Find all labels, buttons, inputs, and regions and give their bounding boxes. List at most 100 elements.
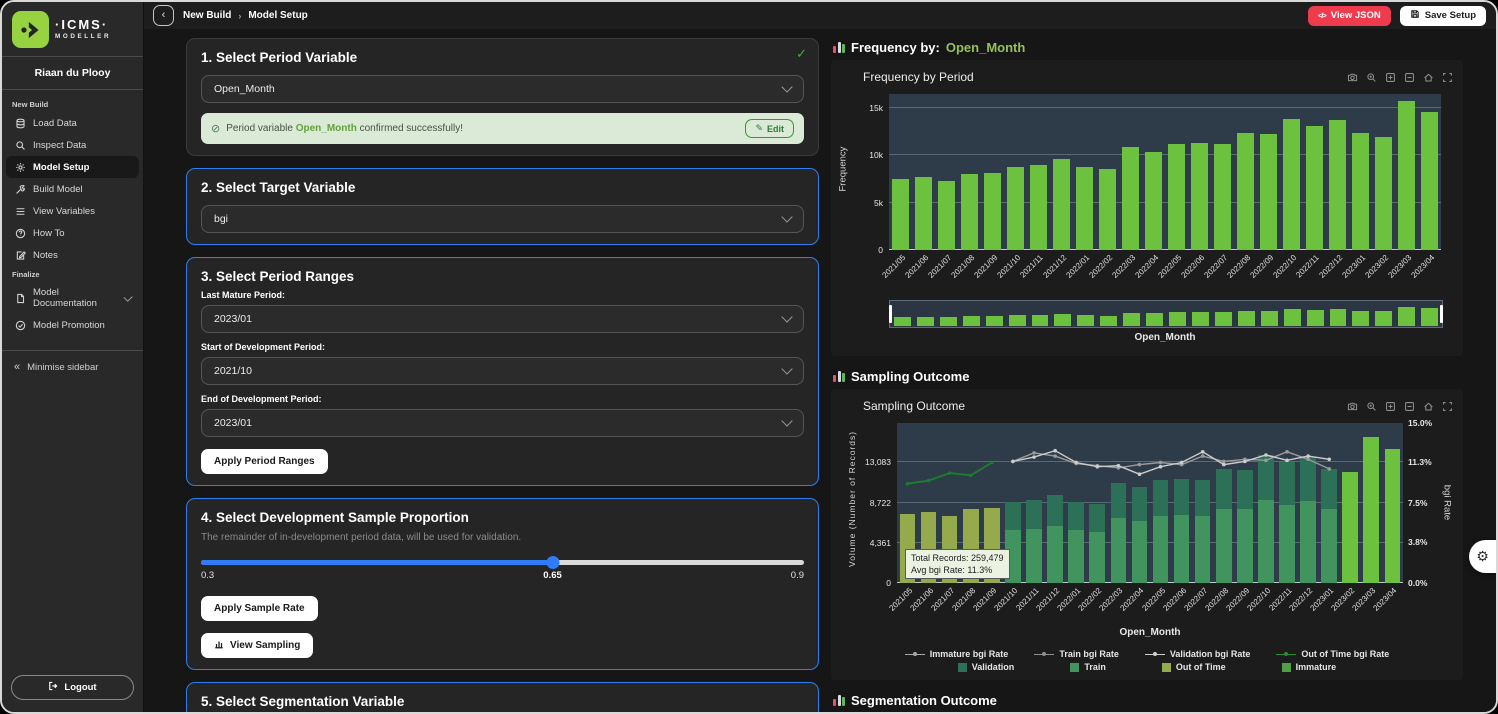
autoscale-icon[interactable] bbox=[1441, 400, 1453, 412]
y-axis-title-left: Volume (Number of Records) bbox=[847, 437, 857, 567]
minimise-sidebar-button[interactable]: « Minimise sidebar bbox=[2, 351, 143, 383]
sample-proportion-slider[interactable] bbox=[201, 556, 804, 568]
rs-slot bbox=[1051, 302, 1074, 326]
bar-slot bbox=[1280, 94, 1303, 250]
rs-bar bbox=[894, 317, 911, 326]
rs-bar bbox=[986, 316, 1003, 326]
bar-slot bbox=[1372, 94, 1395, 250]
period-variable-select[interactable]: Open_Month bbox=[201, 75, 804, 103]
rs-bar bbox=[1009, 315, 1026, 326]
bar-slot bbox=[1027, 94, 1050, 250]
legend-item-validation-bgi-rate[interactable]: Validation bgi Rate bbox=[1145, 649, 1251, 659]
rs-bar bbox=[1123, 313, 1140, 326]
target-variable-select[interactable]: bgi bbox=[201, 205, 804, 233]
view-sampling-button[interactable]: View Sampling bbox=[201, 633, 313, 658]
y-tick: 5k bbox=[841, 198, 883, 208]
zoom-out-icon[interactable] bbox=[1403, 71, 1415, 83]
zoom-in-icon[interactable] bbox=[1384, 71, 1396, 83]
range-handle-right[interactable] bbox=[1440, 305, 1443, 323]
rs-slot bbox=[1006, 302, 1029, 326]
range-slider-bars bbox=[891, 302, 1441, 326]
rs-slot bbox=[1143, 302, 1166, 326]
slider-thumb[interactable] bbox=[546, 556, 559, 569]
plotly-modebar bbox=[1346, 400, 1453, 412]
sidebar-item-build-model[interactable]: Build Model bbox=[6, 178, 139, 200]
bar-slot bbox=[1004, 94, 1027, 250]
sidebar-item-view-variables[interactable]: View Variables bbox=[6, 200, 139, 222]
legend-item-immature-bgi-rate[interactable]: Immature bgi Rate bbox=[905, 649, 1009, 659]
step5-title: 5. Select Segmentation Variable bbox=[201, 694, 804, 709]
sidebar-item-label: Model Documentation bbox=[33, 287, 118, 309]
sidebar-nav: New BuildLoad DataInspect DataModel Setu… bbox=[2, 90, 143, 336]
sidebar-item-how-to[interactable]: How To bbox=[6, 222, 139, 244]
legend-item-train[interactable]: Train bbox=[1070, 662, 1106, 672]
camera-icon[interactable] bbox=[1346, 400, 1358, 412]
zoom-out-icon[interactable] bbox=[1403, 400, 1415, 412]
sampling-section-header: Sampling Outcome bbox=[833, 369, 1463, 384]
freq-bar-2022/09 bbox=[1260, 134, 1277, 250]
settings-fab[interactable]: ⚙ bbox=[1469, 540, 1496, 573]
period-field-select-0[interactable]: 2023/01 bbox=[201, 305, 804, 333]
breadcrumb-new-build[interactable]: New Build bbox=[183, 10, 231, 21]
check-circle-icon bbox=[14, 319, 26, 331]
autoscale-icon[interactable] bbox=[1441, 71, 1453, 83]
save-setup-button[interactable]: Save Setup bbox=[1400, 6, 1486, 26]
charts-column: Frequency by: Open_Month Frequency by Pe… bbox=[831, 38, 1463, 712]
sidebar-item-inspect-data[interactable]: Inspect Data bbox=[6, 134, 139, 156]
legend-item-train-bgi-rate[interactable]: Train bgi Rate bbox=[1034, 649, 1119, 659]
apply-sample-rate-button[interactable]: Apply Sample Rate bbox=[201, 596, 318, 621]
sidebar-item-notes[interactable]: Notes bbox=[6, 244, 139, 266]
freq-bar-2022/08 bbox=[1237, 133, 1254, 250]
freq-bar-2021/07 bbox=[938, 181, 955, 250]
edit-button[interactable]: ✎ Edit bbox=[745, 119, 794, 138]
home-icon[interactable] bbox=[1422, 71, 1434, 83]
legend-square-swatch bbox=[958, 663, 967, 672]
view-json-button[interactable]: </> View JSON bbox=[1308, 6, 1391, 26]
notes-icon bbox=[14, 249, 26, 261]
bar-slot bbox=[1073, 94, 1096, 250]
sidebar-item-load-data[interactable]: Load Data bbox=[6, 112, 139, 134]
sidebar-item-model-promotion[interactable]: Model Promotion bbox=[6, 314, 139, 336]
freq-bar-2022/10 bbox=[1283, 119, 1300, 250]
range-slider[interactable] bbox=[889, 300, 1443, 328]
y-tick-right: 3.8% bbox=[1408, 537, 1448, 547]
range-handle-left[interactable] bbox=[889, 305, 892, 323]
slider-min-label: 0.3 bbox=[201, 570, 214, 581]
sidebar-item-label: Build Model bbox=[33, 184, 83, 195]
y-axis-title-right: bgi Rate bbox=[1442, 481, 1453, 525]
app-logo: ·ICMS· MODELLER bbox=[2, 2, 143, 56]
sidebar: ·ICMS· MODELLER Riaan du Plooy New Build… bbox=[2, 2, 144, 712]
bar-slot bbox=[1165, 94, 1188, 250]
back-button[interactable]: ‹ bbox=[153, 5, 174, 26]
legend-item-out-of-time-bgi-rate[interactable]: Out of Time bgi Rate bbox=[1276, 649, 1389, 659]
bar-slot bbox=[935, 94, 958, 250]
sidebar-section-label: New Build bbox=[6, 96, 139, 112]
zoom-icon[interactable] bbox=[1365, 71, 1377, 83]
home-icon[interactable] bbox=[1422, 400, 1434, 412]
legend-line-swatch bbox=[1276, 651, 1296, 658]
breadcrumb-chevron-icon: › bbox=[238, 11, 241, 21]
legend-item-out-of-time[interactable]: Out of Time bbox=[1162, 662, 1226, 672]
freq-bar-2022/02 bbox=[1099, 169, 1116, 250]
camera-icon[interactable] bbox=[1346, 71, 1358, 83]
zoom-icon[interactable] bbox=[1365, 400, 1377, 412]
step1-card: 1. Select Period Variable ✓ Open_Month ⊘… bbox=[186, 38, 819, 156]
step1-title: 1. Select Period Variable bbox=[201, 50, 804, 65]
chevron-down-icon bbox=[781, 311, 792, 322]
zoom-in-icon[interactable] bbox=[1384, 400, 1396, 412]
rs-slot bbox=[960, 302, 983, 326]
legend-item-validation[interactable]: Validation bbox=[958, 662, 1015, 672]
sidebar-item-model-documentation[interactable]: Model Documentation bbox=[6, 282, 139, 314]
gear-fab-icon: ⚙ bbox=[1476, 548, 1489, 565]
rs-bar bbox=[917, 317, 934, 326]
rs-bar bbox=[1032, 315, 1049, 326]
bar-slot bbox=[1395, 94, 1418, 250]
rs-bar bbox=[1261, 311, 1278, 326]
period-field-select-2[interactable]: 2023/01 bbox=[201, 409, 804, 437]
legend-item-immature[interactable]: Immature bbox=[1282, 662, 1337, 672]
logout-button[interactable]: Logout bbox=[11, 675, 134, 700]
rs-bar bbox=[1421, 308, 1438, 326]
sidebar-item-model-setup[interactable]: Model Setup bbox=[6, 156, 139, 178]
period-field-select-1[interactable]: 2021/10 bbox=[201, 357, 804, 385]
apply-period-ranges-button[interactable]: Apply Period Ranges bbox=[201, 449, 328, 474]
